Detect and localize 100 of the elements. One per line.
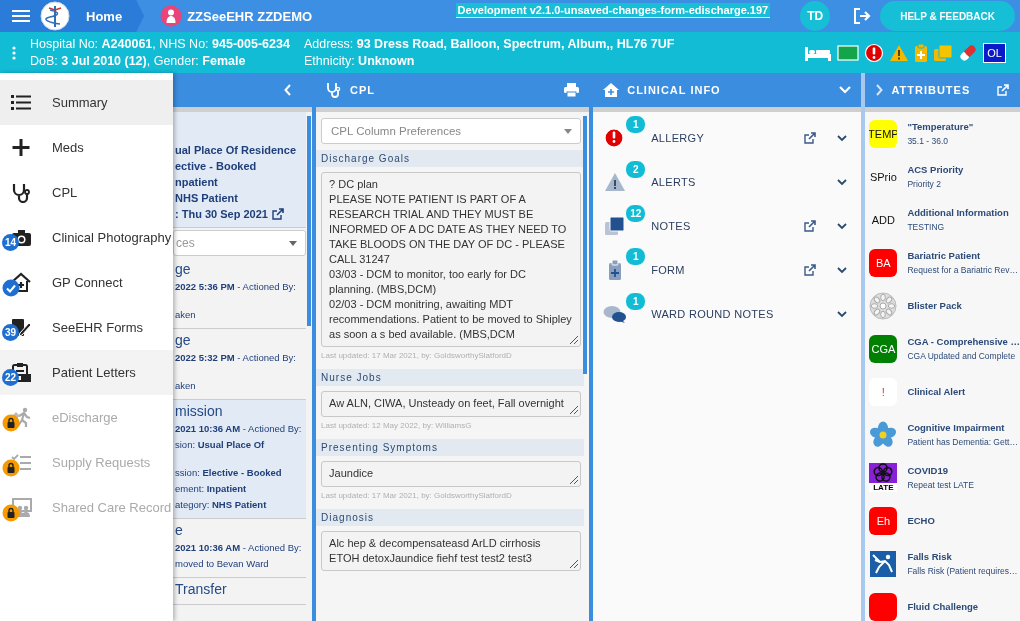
printer-icon[interactable]	[564, 83, 580, 97]
attribute-title: "Temperature"	[907, 121, 974, 132]
timeline-text: ategory: NHS Patient	[175, 498, 267, 512]
timeline-text: mission	[175, 403, 223, 419]
notes-icon	[604, 216, 627, 236]
falling-person-icon	[870, 550, 897, 577]
clinical-info-row[interactable]: 1 FORM	[593, 248, 862, 292]
clinical-info-row[interactable]: 2 ALERTS	[593, 160, 862, 204]
ol-badge[interactable]: OL	[983, 42, 1006, 63]
text-area[interactable]: Jaundice	[321, 461, 582, 487]
external-link-icon[interactable]	[803, 263, 818, 277]
caduceus-logo-icon[interactable]	[40, 1, 70, 31]
attribute-item[interactable]: Blister Pack	[865, 284, 1020, 327]
attribute-tile: BA	[869, 248, 898, 277]
row-label: NOTES	[651, 220, 692, 232]
text-area[interactable]: Alc hep & decompensateasd ArLD cirrhosis ETOH detoxJaundice fiehf test test2 test3	[321, 531, 582, 571]
clinical-info-row[interactable]: 12 NOTES	[593, 204, 862, 248]
external-link-icon[interactable]	[803, 131, 818, 145]
text-area[interactable]: Aw ALN, CIWA, Unsteady on feet, Fall overnight	[321, 391, 582, 417]
chevron-down-icon[interactable]	[837, 310, 848, 318]
home-link[interactable]: Home	[86, 8, 123, 24]
clinical-info-row[interactable]: 1 ALLERGY	[593, 116, 862, 160]
resize-grip-icon[interactable]	[567, 403, 580, 415]
attribute-item[interactable]: ! Clinical Alert	[865, 370, 1020, 413]
count-badge: 1	[625, 292, 647, 311]
chevron-down-icon[interactable]	[837, 222, 848, 230]
attribute-tile: CGA	[869, 334, 898, 363]
late-label: LATE	[873, 483, 894, 492]
section-header: Diagnosis	[316, 509, 585, 526]
menu-item[interactable]: 14 Clinical Photography	[0, 215, 173, 260]
warning-icon[interactable]	[889, 43, 910, 62]
collapse-left-icon[interactable]	[284, 84, 293, 96]
attribute-item[interactable]: CGA CGA - Comprehensive … CGA Updated and Complete	[865, 327, 1020, 370]
timeline-text: : Thu 30 Sep 2021	[175, 207, 268, 222]
chevron-down-icon[interactable]	[837, 178, 848, 186]
attribute-detail: TESTING	[907, 222, 946, 232]
resize-grip-icon[interactable]	[567, 557, 580, 569]
alert-icon[interactable]	[864, 42, 885, 63]
timeline-card[interactable]: mission 2021 10:36 AM - Actioned By: sion: Usual Place Of ssion: Elective - Booked ement: Inpatient ategory: NHS Patient	[173, 400, 307, 519]
stethoscope-icon	[326, 82, 343, 98]
list-icon	[10, 92, 32, 113]
chevron-right-icon[interactable]	[875, 84, 884, 96]
menu-icon[interactable]	[12, 9, 30, 23]
attribute-title: Clinical Alert	[907, 386, 966, 397]
attribute-detail: Request for a Bariatric Rev…	[907, 265, 1018, 275]
menu-item[interactable]: Meds	[0, 125, 173, 170]
attribute-tile: Eh	[869, 506, 898, 535]
count-badge: 12	[625, 204, 647, 223]
attribute-item[interactable]: SPrio ACS Priority Priority 2	[865, 155, 1020, 198]
timeline-text: sion: Usual Place Of	[175, 438, 265, 452]
scrollbar[interactable]	[307, 116, 312, 326]
attribute-item[interactable]: Fluid Challenge	[865, 585, 1020, 621]
attribute-title: Fluid Challenge	[907, 601, 979, 612]
timeline-text: 2021 10:36 AM - Actioned By:	[175, 541, 302, 555]
text-area[interactable]: ? DC plan PLEASE NOTE PATIENT IS PART OF A RESEARCH TRIAL AND THEY MUST BE INFORMED OF A DC DATE AS THEY NEED TO TAKE BLOODS ON THE DAY OF DC - PLEASE CALL 31247 03/03 - DCM to monitor, too early for DC planning. (MBS,DCM) 02/03 - DCM monitring, awaiting MDT recommendations. Patient to be moved to Shipley as soon a s bed available. (MBS,DCM	[321, 172, 582, 347]
build-version: Development v2.1.0-unsaved-changes-form-edischarge.197	[455, 3, 771, 18]
external-link-icon[interactable]	[803, 219, 818, 233]
timeline-card[interactable]: ual Place Of Residence ective - Booked npatient NHS Patient : Thu 30 Sep 2021	[173, 112, 307, 228]
attribute-detail: Falls Risk (Patient requires…	[907, 566, 1018, 576]
menu-item[interactable]: 22 Patient Letters	[0, 350, 173, 395]
chevron-down-icon[interactable]	[837, 266, 848, 274]
attribute-item[interactable]: BA Bariatric Patient Request for a Bariatric Rev…	[865, 241, 1020, 284]
timeline-text: aken	[175, 379, 196, 393]
attribute-item[interactable]: Eh ECHO	[865, 499, 1020, 542]
count-badge: 1	[625, 115, 647, 134]
plus-icon	[10, 137, 32, 158]
chevron-down-icon[interactable]	[837, 134, 848, 142]
count-badge: 39	[2, 324, 19, 341]
menu-item[interactable]: 39 SeeEHR Forms	[0, 305, 173, 350]
timeline-text: npatient	[175, 175, 218, 190]
timeline-text: 2021 10:36 AM - Actioned By:	[175, 422, 302, 436]
count-badge: 14	[2, 234, 19, 251]
timeline-text: ssion: Elective - Booked	[175, 466, 282, 480]
logout-icon[interactable]	[852, 7, 873, 25]
column-title: CLINICAL INFO	[627, 84, 722, 96]
preferences-dropdown[interactable]: CPL Column Preferences	[321, 118, 582, 144]
attribute-title: COVID19	[907, 465, 950, 476]
presentation-icon	[10, 497, 32, 518]
timeline-text: ective - Booked	[175, 159, 257, 174]
blister-pack-icon	[869, 291, 898, 320]
pill-icon[interactable]	[958, 42, 979, 63]
menu-item[interactable]: GP Connect	[0, 260, 173, 305]
external-link-icon[interactable]	[270, 207, 285, 221]
timeline-text: aken	[175, 308, 196, 322]
attribute-item[interactable]: LATE COVID19 Repeat test LATE	[865, 456, 1020, 499]
timeline-text: NHS Patient	[175, 191, 238, 206]
menu-item[interactable]: Summary	[0, 80, 173, 125]
resize-grip-icon[interactable]	[567, 333, 580, 345]
attribute-title: Additional Information	[907, 207, 1009, 218]
attribute-item[interactable]: Cognitive Impairment Patient has Dementia: Gett…	[865, 413, 1020, 456]
menu-item[interactable]: CPL	[0, 170, 173, 215]
resize-grip-icon[interactable]	[567, 473, 580, 485]
scrollbar[interactable]	[583, 116, 588, 374]
timeline-text: ual Place Of Residence	[175, 143, 297, 158]
lock-icon	[2, 414, 20, 432]
attribute-item[interactable]: ADD Additional Information TESTING	[865, 198, 1020, 241]
clipboard-icon[interactable]	[914, 42, 929, 63]
clinical-info-row[interactable]: 1 WARD ROUND NOTES	[593, 292, 862, 336]
attribute-item[interactable]: Falls Risk Falls Risk (Patient requires…	[865, 542, 1020, 585]
timeline-text: 2022 5:36 PM - Actioned By:	[175, 280, 296, 294]
